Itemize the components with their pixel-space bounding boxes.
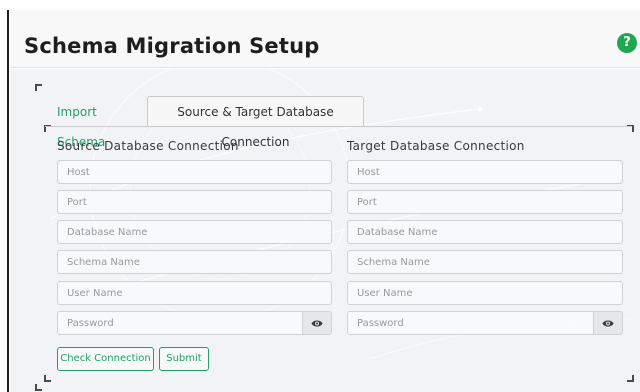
target-toggle-password-button[interactable] xyxy=(593,311,623,335)
target-user-name-input[interactable] xyxy=(347,281,623,305)
source-port-input[interactable] xyxy=(57,190,332,214)
submit-button[interactable]: Submit xyxy=(159,347,209,371)
target-section-title: Target Database Connection xyxy=(347,139,525,153)
source-host-input[interactable] xyxy=(57,160,332,184)
target-schema-name-input[interactable] xyxy=(347,250,623,274)
left-edge-rule xyxy=(7,10,9,392)
check-connection-button[interactable]: Check Connection xyxy=(57,347,154,371)
help-button[interactable]: ? xyxy=(617,33,637,53)
target-database-name-input[interactable] xyxy=(347,220,623,244)
question-icon: ? xyxy=(623,35,631,50)
target-password-input[interactable] xyxy=(347,311,594,335)
source-section-title: Source Database Connection xyxy=(57,139,239,153)
eye-icon xyxy=(602,320,614,326)
source-password-input[interactable] xyxy=(57,311,303,335)
source-database-name-input[interactable] xyxy=(57,220,332,244)
source-toggle-password-button[interactable] xyxy=(302,311,332,335)
target-port-input[interactable] xyxy=(347,190,623,214)
source-user-name-input[interactable] xyxy=(57,281,332,305)
target-host-input[interactable] xyxy=(347,160,623,184)
tab-import-schema[interactable]: Import Schema xyxy=(47,97,145,149)
eye-icon xyxy=(311,320,323,326)
frame-corner xyxy=(35,384,42,391)
page-title: Schema Migration Setup xyxy=(24,34,320,58)
frame-corner xyxy=(35,84,42,91)
source-schema-name-input[interactable] xyxy=(57,250,332,274)
tab-source-target-connection[interactable]: Source & Target Database Connection xyxy=(147,96,364,149)
